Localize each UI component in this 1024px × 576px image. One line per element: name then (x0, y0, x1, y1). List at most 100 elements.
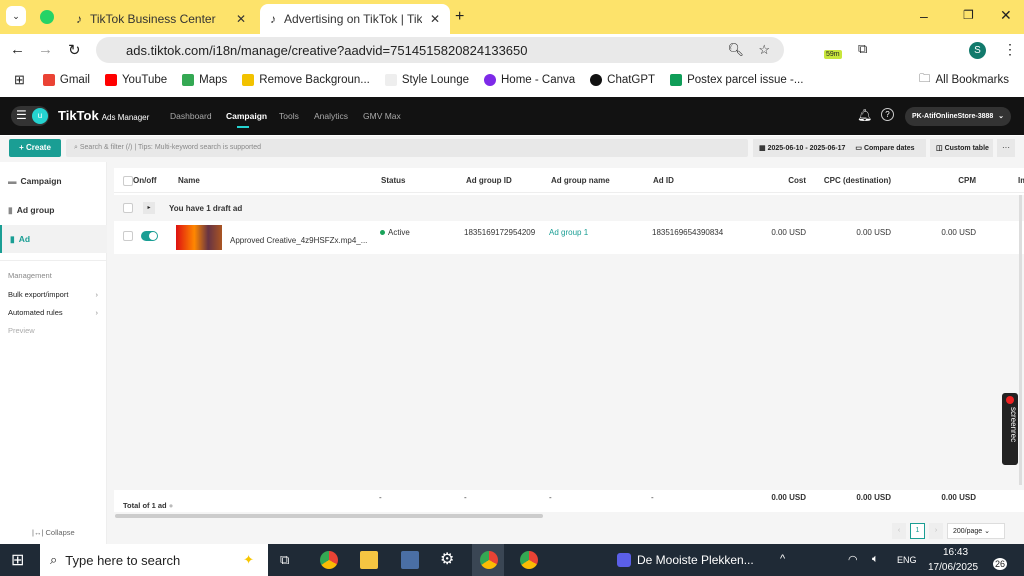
logo[interactable]: TikTok Ads Manager (58, 108, 149, 123)
bookmark-gmail[interactable]: Gmail (42, 74, 90, 86)
url-input[interactable]: ads.tiktok.com/i18n/manage/creative?aadv… (96, 37, 784, 63)
reload-icon[interactable]: ↻ (68, 41, 81, 59)
calculator-icon[interactable] (401, 551, 419, 569)
apps-icon[interactable]: ⊞ (14, 72, 25, 88)
bookmark-style-lounge[interactable]: Style Lounge (384, 74, 469, 86)
draft-checkbox[interactable] (123, 203, 133, 213)
total-cpc: 0.00 USD (856, 493, 891, 502)
bookmarks-bar: ⊞ Gmail YouTube Maps Remove Backgroun...… (0, 66, 1024, 94)
bulk-export-link[interactable]: Bulk export/import › (8, 290, 98, 299)
page-size-select[interactable]: 200/page ⌄ (947, 523, 1005, 539)
all-bookmarks[interactable]: 🗀 All Bookmarks (919, 71, 1009, 90)
chrome-profile-e-icon[interactable] (520, 551, 538, 569)
collapse-button[interactable]: |↔| Collapse (32, 528, 75, 537)
restore-button[interactable]: ❐ (963, 8, 974, 22)
bookmark-canva[interactable]: Home - Canva (484, 74, 575, 86)
automated-rules-link[interactable]: Automated rules › (8, 308, 98, 317)
horizontal-scrollbar[interactable] (115, 514, 543, 518)
menu-toggle[interactable]: ☰ u (11, 106, 49, 126)
nav-tools[interactable]: Tools (279, 111, 299, 121)
clock-time[interactable]: 16:43 (943, 547, 968, 558)
star-icon[interactable]: ☆ (758, 42, 770, 58)
zoom-icon[interactable]: 🔍︎ (727, 42, 744, 58)
wifi-icon[interactable]: ◠ (848, 553, 858, 566)
col-cpc[interactable]: CPC (destination) (804, 176, 891, 185)
language-indicator[interactable]: ENG (897, 555, 917, 565)
bell-icon[interactable]: 🔔︎ (857, 108, 872, 122)
on-off-toggle[interactable] (141, 231, 158, 241)
volume-icon[interactable]: 🔈︎ (872, 553, 879, 566)
nav-campaign[interactable]: Campaign (226, 111, 267, 121)
search-input[interactable]: ⌕ Search & filter (/) | Tips: Multi-keyw… (66, 139, 748, 157)
more-button[interactable]: ··· (997, 139, 1015, 157)
create-button[interactable]: + Create (9, 139, 61, 157)
close-window-button[interactable]: ✕ (1000, 7, 1012, 24)
profile-avatar[interactable]: S (969, 42, 986, 59)
close-icon[interactable]: ✕ (430, 12, 440, 26)
tab-search-button[interactable]: ⌄ (6, 6, 26, 26)
vertical-scrollbar[interactable] (1019, 195, 1022, 485)
ad-group-link[interactable]: Ad group 1 (549, 228, 588, 237)
page-1-button[interactable]: 1 (910, 523, 925, 539)
bookmark-postex[interactable]: Postex parcel issue -... (670, 74, 803, 86)
col-ad-id[interactable]: Ad ID (653, 176, 674, 185)
custom-table-button[interactable]: ◫ Custom table (930, 139, 993, 157)
nav-analytics[interactable]: Analytics (314, 111, 348, 121)
col-on-off[interactable]: On/off (133, 176, 157, 185)
chrome-profile-s-icon[interactable] (480, 551, 498, 569)
table-row[interactable]: Approved Creative_4z9HSFZx.mp4_... Activ… (114, 222, 1024, 254)
back-icon[interactable]: ← (10, 41, 25, 58)
bookmark-chatgpt[interactable]: ChatGPT (590, 74, 655, 86)
menu-icon[interactable]: ⋮ (1003, 41, 1017, 58)
col-ad-group-name[interactable]: Ad group name (551, 176, 610, 185)
col-ad-group-id[interactable]: Ad group ID (466, 176, 512, 185)
help-icon[interactable]: ? (881, 108, 894, 121)
expand-icon[interactable]: ▸ (143, 202, 155, 214)
new-tab-button[interactable]: + (455, 8, 464, 26)
col-status[interactable]: Status (381, 176, 405, 185)
sidebar-item-ad-group[interactable]: ▮ Ad group (0, 196, 107, 224)
col-cpm[interactable]: CPM (904, 176, 976, 185)
file-explorer-icon[interactable] (360, 551, 378, 569)
draft-row[interactable]: ▸ You have 1 draft ad (114, 195, 1024, 221)
bookmark-youtube[interactable]: YouTube (104, 74, 167, 86)
extension-badge[interactable]: 59m (824, 50, 842, 59)
main-content: On/off Name Status Ad group ID Ad group … (107, 162, 1024, 544)
sidebar-item-campaign[interactable]: ▬ Campaign (0, 167, 107, 195)
account-selector[interactable]: PK-AtifOnlineStore-3888 ⌄ (905, 107, 1011, 126)
task-view-icon[interactable]: ⧉ (280, 552, 289, 568)
notifications-badge[interactable]: 26 (993, 558, 1008, 570)
select-all-checkbox[interactable] (123, 176, 133, 186)
col-impressions[interactable]: Im (1018, 176, 1024, 185)
tray-overflow-icon[interactable]: ^ (780, 553, 785, 565)
taskbar-search[interactable]: ⌕ Type here to search ✦ (40, 544, 268, 576)
date-range-picker[interactable]: ▦ 2025-06-10 - 2025-06-17 ▭ Compare date… (753, 139, 926, 157)
tiktok-icon: ♪ (76, 12, 82, 26)
screenrec-widget[interactable]: screenrec (1002, 393, 1018, 465)
tab-business-center[interactable]: ♪ TikTok Business Center ✕ (66, 4, 256, 34)
prev-page-button[interactable]: ‹ (892, 523, 906, 539)
bookmark-maps[interactable]: Maps (182, 74, 227, 86)
ad-name[interactable]: Approved Creative_4z9HSFZx.mp4_... (230, 236, 367, 245)
media-widget[interactable]: De Mooiste Plekken... (617, 553, 754, 567)
whatsapp-tab-icon[interactable] (40, 10, 54, 24)
row-checkbox[interactable] (123, 231, 133, 241)
nav-gmv-max[interactable]: GMV Max (363, 111, 401, 121)
settings-icon[interactable]: ⚙ (440, 549, 454, 569)
extensions-icon[interactable]: ⧉ (858, 41, 867, 57)
creative-thumbnail[interactable] (176, 225, 222, 250)
col-name[interactable]: Name (178, 176, 200, 185)
nav-dashboard[interactable]: Dashboard (170, 111, 212, 121)
close-icon[interactable]: ✕ (236, 12, 246, 26)
preview-link[interactable]: Preview (8, 326, 35, 335)
minimize-button[interactable]: – (920, 8, 928, 24)
col-cost[interactable]: Cost (734, 176, 806, 185)
windows-start-icon[interactable]: ⊞ (11, 550, 24, 570)
next-page-button[interactable]: › (929, 523, 943, 539)
chrome-icon[interactable] (320, 551, 338, 569)
bookmark-remove-bg[interactable]: Remove Backgroun... (242, 74, 370, 86)
tab-advertising[interactable]: ♪ Advertising on TikTok | TikTok A ✕ (260, 4, 450, 34)
forward-icon[interactable]: → (38, 41, 53, 58)
clock-date[interactable]: 17/06/2025 (928, 562, 978, 573)
sidebar-item-ad[interactable]: ▮ Ad (0, 225, 107, 253)
